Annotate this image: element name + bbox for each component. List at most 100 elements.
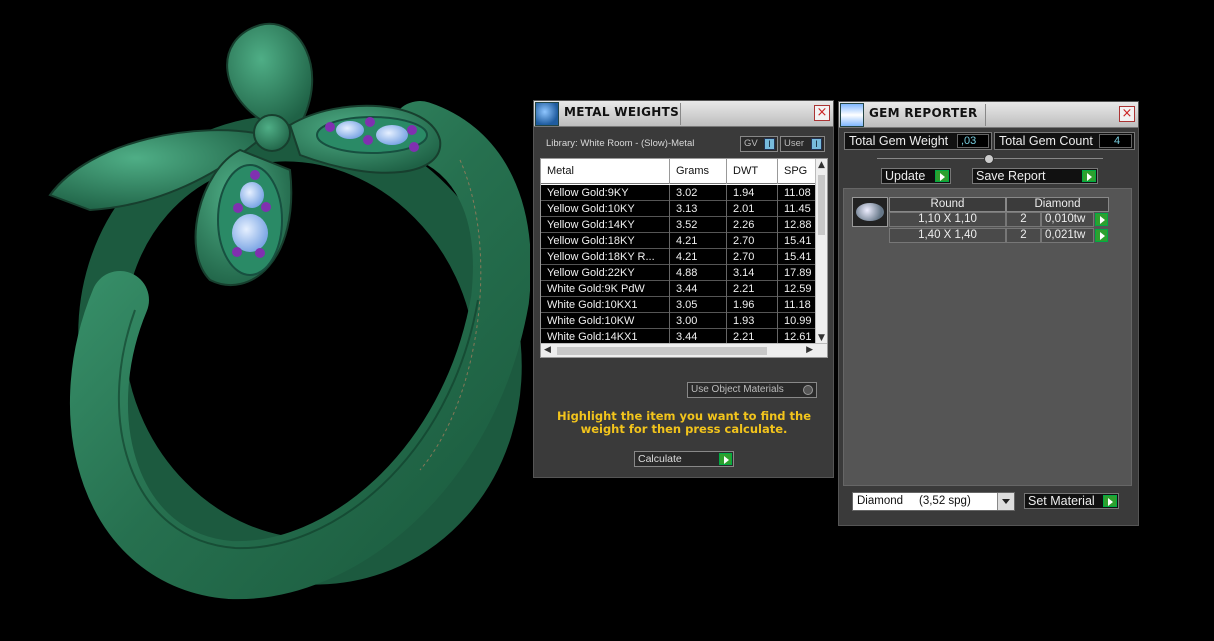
scroll-left-icon[interactable]: ◀ xyxy=(544,345,551,355)
table-cell: 1.93 xyxy=(727,313,778,329)
metal-table[interactable]: Metal Grams DWT SPG Yellow Gold:9KY 3.02 1… xyxy=(540,158,828,358)
table-row[interactable]: Yellow Gold:22KY 4.88 3.14 17.89 xyxy=(541,265,817,281)
table-cell: Yellow Gold:22KY xyxy=(541,265,670,281)
column-header-grams[interactable]: Grams xyxy=(670,159,727,184)
table-cell: 11.18 xyxy=(778,297,817,313)
table-cell: 10.99 xyxy=(778,313,817,329)
vertical-scrollbar[interactable]: ▲ ▼ xyxy=(815,159,827,344)
column-header-metal[interactable]: Metal xyxy=(541,159,670,184)
total-gem-count-label: Total Gem Count xyxy=(999,134,1093,148)
table-cell: 4.88 xyxy=(670,265,727,281)
close-icon[interactable]: × xyxy=(814,105,830,121)
table-cell: 17.89 xyxy=(778,265,817,281)
slider-handle[interactable] xyxy=(984,154,994,164)
gv-label: GV xyxy=(744,138,758,149)
play-arrow-icon xyxy=(719,453,732,465)
table-row[interactable]: Yellow Gold:18KY R... 4.21 2.70 15.41 xyxy=(541,249,817,265)
set-material-button[interactable]: Set Material xyxy=(1024,493,1119,509)
table-cell: 2.70 xyxy=(727,249,778,265)
table-cell: White Gold:10KW xyxy=(541,313,670,329)
scroll-up-icon[interactable]: ▲ xyxy=(818,160,825,170)
table-row[interactable]: White Gold:10KX1 3.05 1.96 11.18 xyxy=(541,297,817,313)
table-cell: 2.26 xyxy=(727,217,778,233)
total-gem-count-value: 4 xyxy=(1099,134,1132,148)
horizontal-scrollbar[interactable]: ◀ ▶ xyxy=(541,343,827,357)
toggle-icon: I xyxy=(764,138,775,150)
material-select[interactable]: Diamond (3,52 spg) xyxy=(852,492,1015,511)
gem-shape-header: Round xyxy=(889,197,1006,212)
gem-report-icon xyxy=(840,103,864,127)
table-cell: 12.59 xyxy=(778,281,817,297)
table-row[interactable]: White Gold:10KW 3.00 1.93 10.99 xyxy=(541,313,817,329)
table-row[interactable]: Yellow Gold:18KY 4.21 2.70 15.41 xyxy=(541,233,817,249)
table-cell: 4.21 xyxy=(670,249,727,265)
table-cell: 4.21 xyxy=(670,233,727,249)
gem-material-header: Diamond xyxy=(1006,197,1109,212)
play-arrow-icon[interactable] xyxy=(1095,229,1108,242)
table-row[interactable]: Yellow Gold:10KY 3.13 2.01 11.45 xyxy=(541,201,817,217)
gem-reporter-panel: GEM REPORTER × Total Gem Weight ,03 Tota… xyxy=(838,101,1139,526)
user-label: User xyxy=(784,138,805,149)
metal-weights-panel: METAL WEIGHTS × Library: White Room - (S… xyxy=(533,100,834,478)
column-header-dwt[interactable]: DWT xyxy=(727,159,778,184)
table-cell: 15.41 xyxy=(778,233,817,249)
metal-weights-titlebar[interactable]: METAL WEIGHTS × xyxy=(534,101,833,127)
play-arrow-icon[interactable] xyxy=(1095,213,1108,226)
use-object-materials-label: Use Object Materials xyxy=(691,384,784,395)
table-cell: Yellow Gold:18KY R... xyxy=(541,249,670,265)
gem-reporter-titlebar[interactable]: GEM REPORTER × xyxy=(839,102,1138,128)
user-toggle[interactable]: User I xyxy=(780,136,825,152)
update-button[interactable]: Update xyxy=(881,168,951,184)
instruction-text: Highlight the item you want to find the … xyxy=(557,409,811,436)
3d-viewport[interactable] xyxy=(0,0,531,641)
gem-size-cell: 1,10 X 1,10 xyxy=(889,212,1006,227)
table-cell: White Gold:10KX1 xyxy=(541,297,670,313)
round-gem-icon[interactable] xyxy=(852,197,888,227)
table-cell: 2.70 xyxy=(727,233,778,249)
table-row[interactable]: White Gold:9K PdW 3.44 2.21 12.59 xyxy=(541,281,817,297)
gem-weight-value: 0,010tw xyxy=(1045,213,1086,225)
calculate-label: Calculate xyxy=(638,453,682,465)
table-cell: White Gold:9K PdW xyxy=(541,281,670,297)
gem-weight-value: 0,021tw xyxy=(1045,229,1086,241)
table-cell: 3.44 xyxy=(670,281,727,297)
total-gem-weight-value: ,03 xyxy=(957,134,989,148)
table-cell: 3.02 xyxy=(670,185,727,201)
chevron-down-icon[interactable] xyxy=(997,493,1014,510)
calculate-button[interactable]: Calculate xyxy=(634,451,734,467)
table-cell: 2.01 xyxy=(727,201,778,217)
gv-toggle[interactable]: GV I xyxy=(740,136,778,152)
table-cell: Yellow Gold:14KY xyxy=(541,217,670,233)
scroll-thumb[interactable] xyxy=(818,175,825,235)
table-cell: 3.14 xyxy=(727,265,778,281)
scroll-right-icon[interactable]: ▶ xyxy=(806,345,813,355)
total-gem-weight: Total Gem Weight ,03 xyxy=(844,132,992,150)
table-row[interactable]: Yellow Gold:9KY 3.02 1.94 11.08 xyxy=(541,185,817,201)
table-cell: Yellow Gold:10KY xyxy=(541,201,670,217)
toggle-icon: I xyxy=(811,138,822,150)
gem-count-cell: 2 xyxy=(1006,228,1041,243)
scroll-thumb[interactable] xyxy=(557,347,767,355)
table-cell: 3.52 xyxy=(670,217,727,233)
update-label: Update xyxy=(885,169,926,183)
total-gem-weight-label: Total Gem Weight xyxy=(849,134,949,148)
library-label: Library: White Room - (Slow)-Metal xyxy=(546,138,695,149)
scroll-down-icon[interactable]: ▼ xyxy=(818,333,825,343)
play-arrow-icon xyxy=(1082,170,1096,182)
table-cell: 11.08 xyxy=(778,185,817,201)
gem-list-area: Round Diamond 1,10 X 1,10 2 0,010tw 1,40… xyxy=(843,188,1132,486)
use-object-materials-checkbox[interactable]: Use Object Materials xyxy=(687,382,817,398)
column-header-spg[interactable]: SPG xyxy=(778,159,817,184)
material-select-value: Diamond (3,52 spg) xyxy=(857,495,971,507)
save-report-button[interactable]: Save Report xyxy=(972,168,1098,184)
table-cell: 15.41 xyxy=(778,249,817,265)
gem-weight-cell: 0,010tw xyxy=(1041,212,1108,227)
table-cell: Yellow Gold:9KY xyxy=(541,185,670,201)
close-icon[interactable]: × xyxy=(1119,106,1135,122)
table-row[interactable]: Yellow Gold:14KY 3.52 2.26 12.88 xyxy=(541,217,817,233)
play-arrow-icon xyxy=(1103,495,1117,507)
table-cell: Yellow Gold:18KY xyxy=(541,233,670,249)
metal-weights-title: METAL WEIGHTS xyxy=(564,105,680,119)
table-cell: 12.88 xyxy=(778,217,817,233)
table-header: Metal Grams DWT SPG xyxy=(541,159,817,184)
